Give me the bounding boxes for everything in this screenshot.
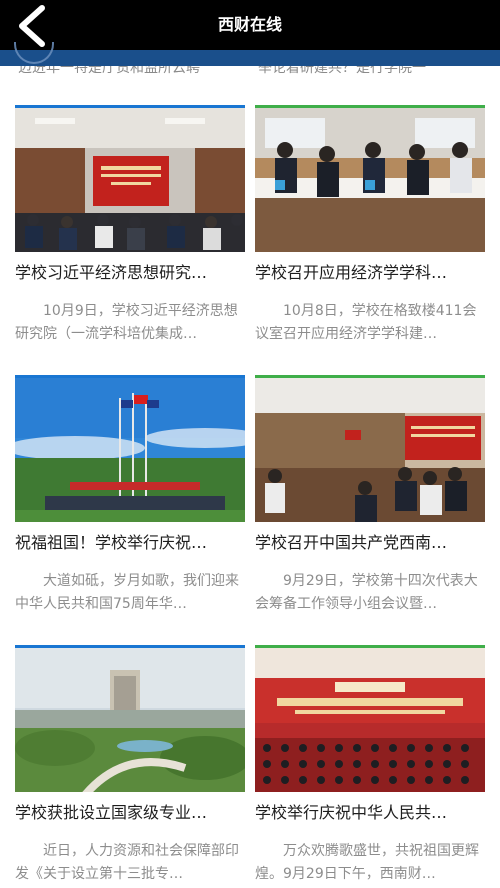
news-photo xyxy=(15,645,245,792)
news-card[interactable]: 祝福祖国！学校举行庆祝… 大道如砥，岁月如歌，我们迎来中华人民共和国75周年华… xyxy=(15,375,245,616)
news-photo xyxy=(15,375,245,522)
news-photo xyxy=(255,105,485,252)
page-title: 西财在线 xyxy=(217,15,282,34)
news-summary: 9月29日，学校第十四次代表大会筹备工作领导小组会议暨… xyxy=(255,573,478,612)
news-title[interactable]: 学校召开中国共产党西南… xyxy=(255,530,479,556)
news-card[interactable]: 学校召开应用经济学学科… 10月8日，学校在格致楼411会议室召开应用经济学学科… xyxy=(255,105,485,346)
school-logo xyxy=(14,42,54,64)
news-card[interactable]: 学校获批设立国家级专业… 近日，人力资源和社会保障部印发《关于设立第十三批专… xyxy=(15,645,245,886)
news-summary: 万众欢腾歌盛世，共祝祖国更辉煌。9月29日下午，西南财… xyxy=(255,843,479,882)
news-photo xyxy=(255,375,485,522)
partial-summary-left: 迈进年一特是厅贸和监所云聘 xyxy=(18,66,200,76)
news-summary: 10月9日，学校习近平经济思想研究院（一流学科培优集成… xyxy=(15,303,238,342)
header-band xyxy=(0,42,500,66)
news-title[interactable]: 学校召开应用经济学学科… xyxy=(255,260,479,286)
news-card[interactable]: 学校召开中国共产党西南… 9月29日，学校第十四次代表大会筹备工作领导小组会议暨… xyxy=(255,375,485,616)
news-summary: 大道如砥，岁月如歌，我们迎来中华人民共和国75周年华… xyxy=(15,573,239,612)
news-summary: 近日，人力资源和社会保障部印发《关于设立第十三批专… xyxy=(15,843,239,882)
news-card[interactable]: 学校习近平经济思想研究… 10月9日，学校习近平经济思想研究院（一流学科培优集成… xyxy=(15,105,245,346)
news-title[interactable]: 学校举行庆祝中华人民共… xyxy=(255,800,479,826)
news-photo xyxy=(255,645,485,792)
news-title[interactable]: 学校习近平经济思想研究… xyxy=(15,260,239,286)
partial-summary-right: 举论着研建共？是行学院一 xyxy=(258,66,426,76)
news-card[interactable]: 学校举行庆祝中华人民共… 万众欢腾歌盛世，共祝祖国更辉煌。9月29日下午，西南财… xyxy=(255,645,485,886)
partial-previous-row: 迈进年一特是厅贸和监所云聘 举论着研建共？是行学院一 xyxy=(0,66,500,78)
news-title[interactable]: 祝福祖国！学校举行庆祝… xyxy=(15,530,239,556)
top-bar: 西财在线 xyxy=(0,0,500,50)
news-photo xyxy=(15,105,245,252)
news-title[interactable]: 学校获批设立国家级专业… xyxy=(15,800,239,826)
news-summary: 10月8日，学校在格致楼411会议室召开应用经济学学科建… xyxy=(255,303,477,342)
